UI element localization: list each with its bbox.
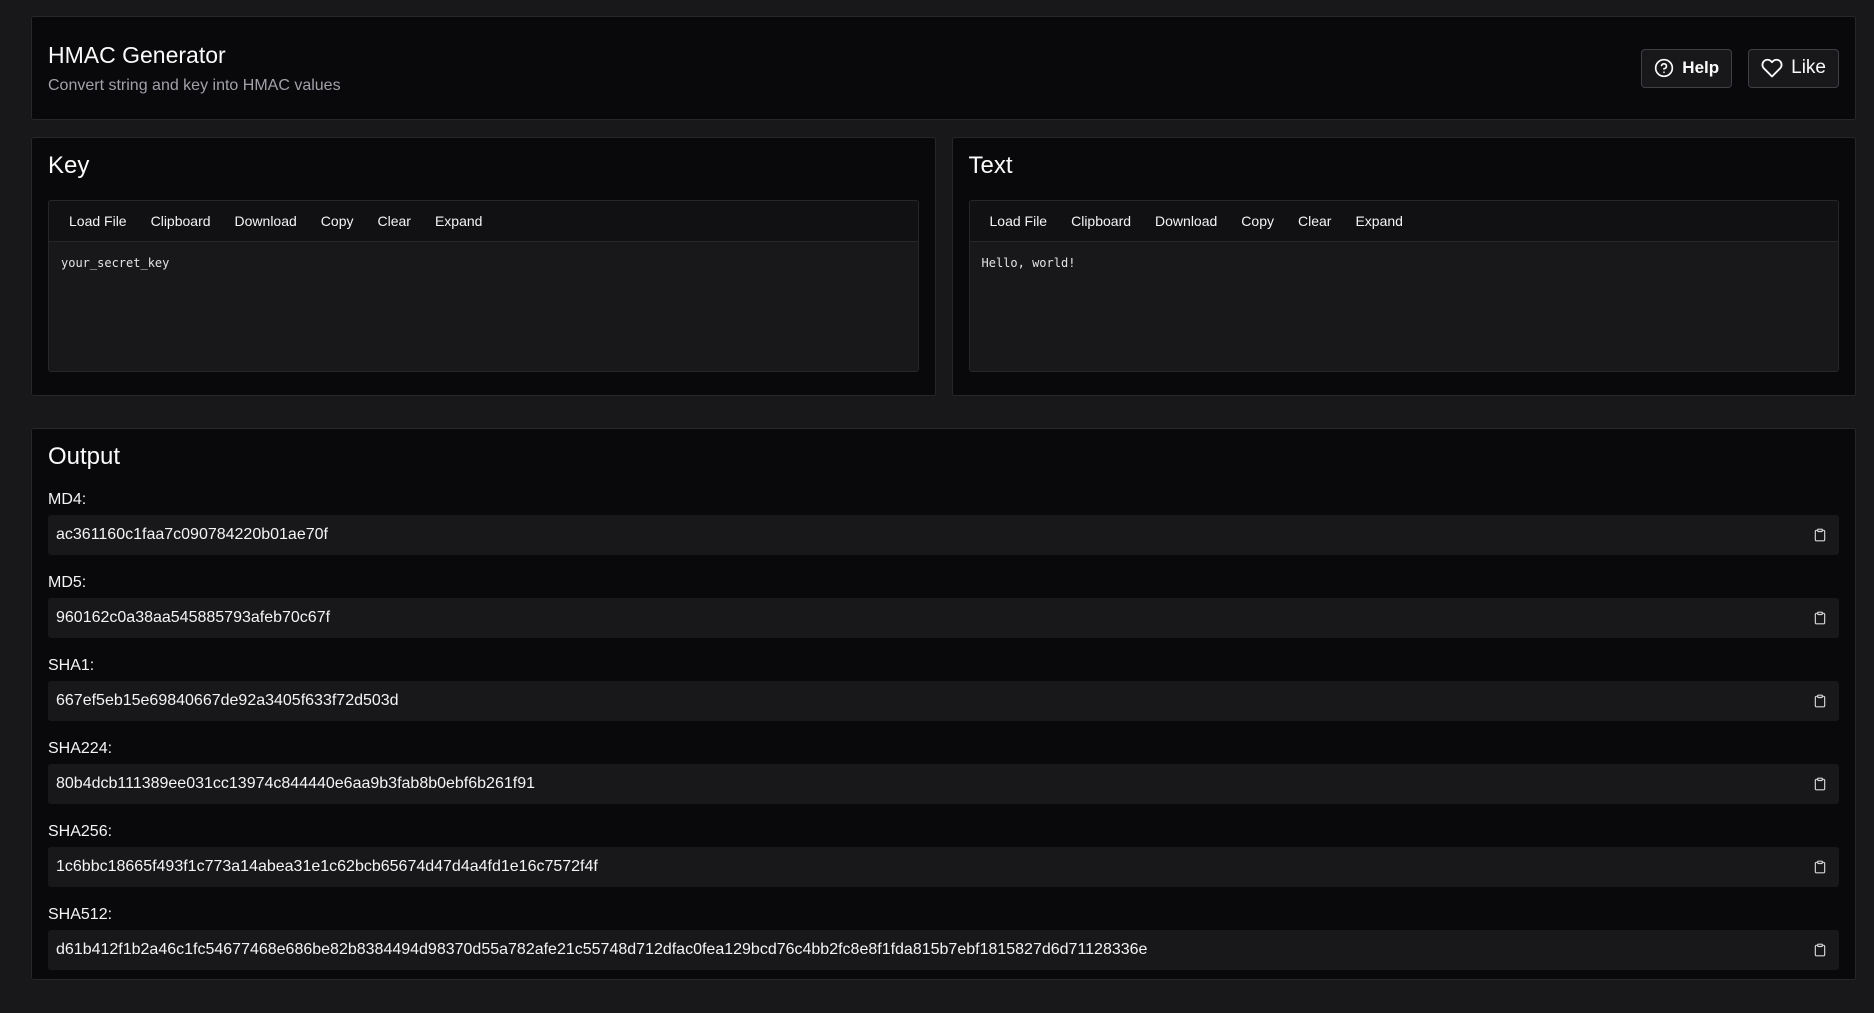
key-copy-button[interactable]: Copy (309, 213, 366, 229)
inputs-row: Key Load File Clipboard Download Copy Cl… (31, 137, 1856, 396)
clipboard-icon[interactable] (1813, 860, 1827, 874)
text-toolbar: Load File Clipboard Download Copy Clear … (969, 201, 1838, 242)
hash-label: SHA1: (48, 657, 95, 674)
hash-sha256: SHA256: 1c6bbc18665f493f1c773a14abea31e1… (48, 823, 1839, 887)
key-clipboard-button[interactable]: Clipboard (139, 213, 223, 229)
text-load-file-button[interactable]: Load File (978, 213, 1060, 229)
hash-row: d61b412f1b2a46c1fc54677468e686be82b83844… (48, 930, 1839, 970)
hash-sha512: SHA512: d61b412f1b2a46c1fc54677468e686be… (48, 906, 1839, 970)
page-subtitle: Convert string and key into HMAC values (48, 76, 341, 94)
text-copy-button[interactable]: Copy (1229, 213, 1286, 229)
hash-sha1: SHA1: 667ef5eb15e69840667de92a3405f633f7… (48, 657, 1839, 721)
hash-value[interactable]: 667ef5eb15e69840667de92a3405f633f72d503d (56, 692, 399, 710)
hash-label: SHA224: (48, 740, 113, 757)
header-actions: Help Like (1641, 48, 1839, 88)
hash-row: 960162c0a38aa545885793afeb70c67f (48, 598, 1839, 638)
header-card: HMAC Generator Convert string and key in… (31, 16, 1856, 120)
text-download-button[interactable]: Download (1143, 213, 1229, 229)
output-card: Output MD4: ac361160c1faa7c090784220b01a… (31, 428, 1856, 980)
help-button[interactable]: Help (1641, 48, 1733, 88)
clipboard-icon[interactable] (1813, 694, 1827, 708)
hash-row: 80b4dcb111389ee031cc13974c844440e6aa9b3f… (48, 764, 1839, 804)
hash-row: 667ef5eb15e69840667de92a3405f633f72d503d (48, 681, 1839, 721)
key-panel-title: Key (48, 152, 90, 179)
hash-value[interactable]: d61b412f1b2a46c1fc54677468e686be82b83844… (56, 941, 1147, 959)
hash-row: ac361160c1faa7c090784220b01ae70f (48, 515, 1839, 555)
clipboard-icon[interactable] (1813, 777, 1827, 791)
text-expand-button[interactable]: Expand (1343, 213, 1414, 229)
header-text: HMAC Generator Convert string and key in… (48, 42, 341, 95)
key-expand-button[interactable]: Expand (423, 213, 494, 229)
text-panel-title: Text (968, 152, 1013, 179)
key-toolbar: Load File Clipboard Download Copy Clear … (49, 201, 918, 242)
key-clear-button[interactable]: Clear (365, 213, 422, 229)
clipboard-icon[interactable] (1813, 528, 1827, 542)
hash-value[interactable]: 80b4dcb111389ee031cc13974c844440e6aa9b3f… (56, 775, 535, 793)
hash-md5: MD5: 960162c0a38aa545885793afeb70c67f (48, 574, 1839, 638)
help-button-label: Help (1682, 58, 1720, 77)
hash-label: MD4: (48, 491, 87, 508)
key-download-button[interactable]: Download (223, 213, 309, 229)
hash-md4: MD4: ac361160c1faa7c090784220b01ae70f (48, 491, 1839, 555)
clipboard-icon[interactable] (1813, 611, 1827, 625)
text-clear-button[interactable]: Clear (1286, 213, 1343, 229)
hash-value[interactable]: ac361160c1faa7c090784220b01ae70f (56, 526, 328, 544)
like-button-label: Like (1791, 57, 1826, 78)
text-input[interactable]: Hello, world! (970, 242, 1839, 284)
key-editor: Load File Clipboard Download Copy Clear … (48, 200, 919, 372)
text-editor: Load File Clipboard Download Copy Clear … (968, 200, 1839, 372)
key-input[interactable]: your_secret_key (49, 242, 918, 284)
output-title: Output (48, 443, 121, 470)
help-circle-icon (1654, 58, 1674, 78)
text-panel: Text Load File Clipboard Download Copy C… (951, 137, 1856, 396)
hash-value[interactable]: 960162c0a38aa545885793afeb70c67f (56, 609, 330, 627)
hash-label: SHA256: (48, 823, 113, 840)
hash-label: SHA512: (48, 906, 113, 923)
page-title: HMAC Generator (48, 41, 226, 68)
clipboard-icon[interactable] (1813, 943, 1827, 957)
heart-icon (1761, 57, 1783, 79)
page: HMAC Generator Convert string and key in… (0, 0, 1874, 1013)
key-panel: Key Load File Clipboard Download Copy Cl… (31, 137, 936, 396)
hash-row: 1c6bbc18665f493f1c773a14abea31e1c62bcb65… (48, 847, 1839, 887)
text-clipboard-button[interactable]: Clipboard (1059, 213, 1143, 229)
hash-sha224: SHA224: 80b4dcb111389ee031cc13974c844440… (48, 740, 1839, 804)
like-button[interactable]: Like (1748, 48, 1839, 88)
key-load-file-button[interactable]: Load File (57, 213, 139, 229)
hash-label: MD5: (48, 574, 87, 591)
hash-value[interactable]: 1c6bbc18665f493f1c773a14abea31e1c62bcb65… (56, 858, 598, 876)
